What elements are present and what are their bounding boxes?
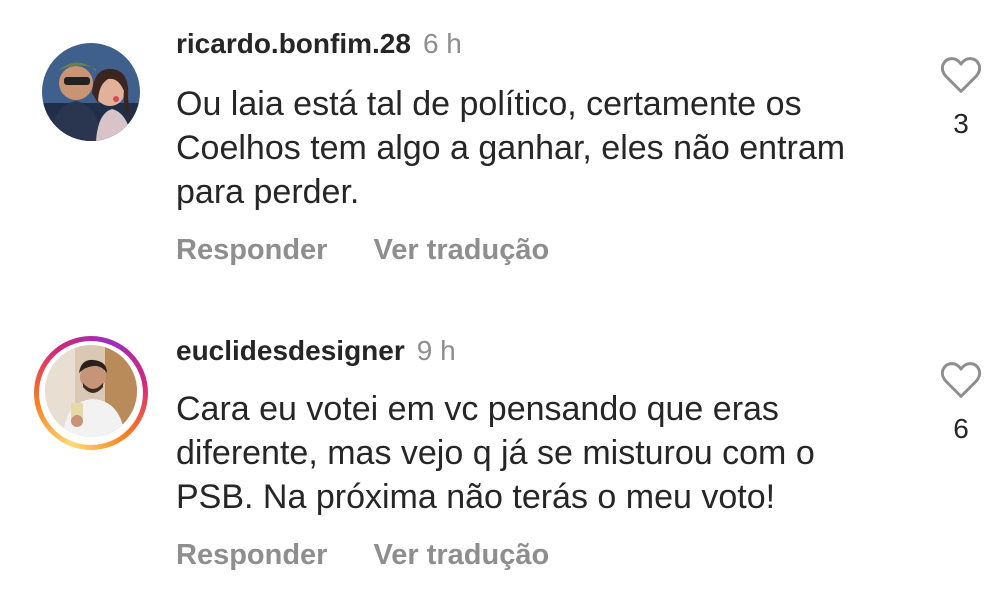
comment-actions: Responder Ver tradução: [176, 232, 549, 268]
like-control: 3: [938, 55, 984, 141]
reply-button[interactable]: Responder: [176, 537, 327, 573]
profile-photo-icon: [45, 345, 137, 437]
heart-outline-icon[interactable]: [939, 360, 983, 400]
like-count: 3: [953, 108, 969, 139]
comment-actions: Responder Ver tradução: [176, 537, 549, 573]
profile-photo-icon: [42, 43, 140, 141]
comment-text: Cara eu votei em vc pensando que eras di…: [176, 390, 815, 516]
like-count: 6: [953, 413, 969, 444]
see-translation-button[interactable]: Ver tradução: [373, 232, 549, 268]
avatar[interactable]: [42, 43, 140, 141]
avatar[interactable]: [45, 345, 137, 437]
comment-header: ricardo.bonfim.28 6 h: [176, 27, 462, 61]
comment-item: euclidesdesigner 9 h Cara eu votei em vc …: [0, 300, 1000, 600]
comment-header: euclidesdesigner 9 h: [176, 334, 456, 368]
see-translation-button[interactable]: Ver tradução: [373, 537, 549, 573]
username-link[interactable]: ricardo.bonfim.28: [176, 28, 411, 59]
comment-text: Ou laia está tal de político, certamente…: [176, 85, 846, 211]
comment-time: 6 h: [422, 28, 462, 59]
like-control: 6: [938, 360, 984, 446]
username-link[interactable]: euclidesdesigner: [176, 335, 405, 366]
heart-outline-icon[interactable]: [939, 55, 983, 95]
reply-button[interactable]: Responder: [176, 232, 327, 268]
comment-item: ricardo.bonfim.28 6 h Ou laia está tal de…: [0, 0, 1000, 300]
comment-time: 9 h: [416, 335, 456, 366]
